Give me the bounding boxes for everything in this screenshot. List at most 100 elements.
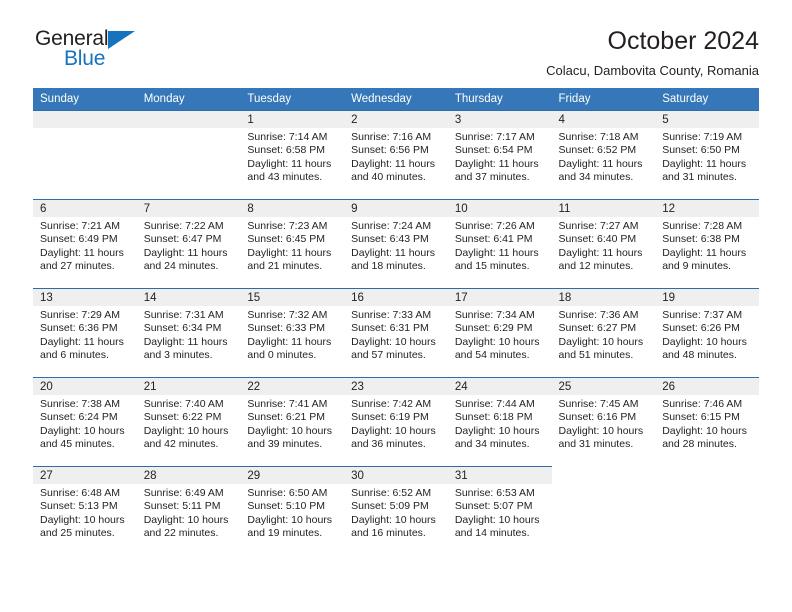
sunset-text: Sunset: 5:09 PM	[351, 500, 429, 513]
calendar-cell-day: 30 Sunrise: 6:52 AM Sunset: 5:09 PM Dayligh…	[344, 466, 448, 555]
weekday-header-row: Sunday Monday Tuesday Wednesday Thursday…	[33, 88, 759, 110]
calendar-cell-inner: 26 Sunrise: 7:46 AM Sunset: 6:15 PM Dayligh…	[655, 377, 759, 466]
calendar-cell-day: 29 Sunrise: 6:50 AM Sunset: 5:10 PM Dayligh…	[240, 466, 345, 555]
sunrise-text: Sunrise: 7:37 AM	[662, 309, 743, 321]
daylight-text: Daylight: 11 hours and 21 minutes.	[247, 246, 332, 273]
sunset-text: Sunset: 6:45 PM	[247, 233, 326, 246]
day-number: 3	[447, 111, 552, 128]
day-details: Sunrise: 6:52 AM Sunset: 5:09 PM Daylight:…	[344, 484, 448, 541]
sunset-text: Sunset: 6:24 PM	[40, 411, 118, 424]
day-number: 20	[33, 378, 137, 395]
sunset-text: Sunset: 5:13 PM	[40, 500, 118, 513]
daylight-text: Daylight: 11 hours and 6 minutes.	[40, 335, 124, 362]
calendar-cell-day: 18 Sunrise: 7:36 AM Sunset: 6:27 PM Dayligh…	[551, 288, 656, 377]
sunset-text: Sunset: 6:40 PM	[558, 233, 637, 246]
sunrise-text: Sunrise: 7:23 AM	[247, 220, 328, 232]
calendar-cell-day: 7 Sunrise: 7:22 AM Sunset: 6:47 PM Daylight…	[136, 199, 241, 288]
daylight-text: Daylight: 10 hours and 57 minutes.	[351, 335, 436, 362]
calendar-cell-day: 26 Sunrise: 7:46 AM Sunset: 6:15 PM Dayligh…	[655, 377, 759, 466]
daylight-text: Daylight: 10 hours and 39 minutes.	[247, 424, 333, 451]
logo-word-blue: Blue	[64, 47, 106, 70]
day-number: 17	[447, 289, 552, 306]
daylight-text: Daylight: 11 hours and 15 minutes.	[454, 246, 539, 273]
daylight-text: Daylight: 10 hours and 28 minutes.	[662, 424, 747, 451]
sunrise-text: Sunrise: 7:31 AM	[143, 309, 224, 321]
sunrise-text: Sunrise: 7:24 AM	[351, 220, 432, 232]
sunset-text: Sunset: 5:10 PM	[247, 500, 326, 513]
sunrise-text: Sunrise: 7:46 AM	[662, 398, 743, 410]
calendar-cell-inner: 5 Sunrise: 7:19 AM Sunset: 6:50 PM Daylight…	[655, 110, 759, 199]
sunrise-text: Sunrise: 7:41 AM	[247, 398, 328, 410]
calendar-cell-inner: 25 Sunrise: 7:45 AM Sunset: 6:16 PM Dayligh…	[551, 377, 656, 466]
day-number: 14	[136, 289, 241, 306]
daylight-text: Daylight: 10 hours and 45 minutes.	[40, 424, 125, 451]
calendar-week-row: 20 Sunrise: 7:38 AM Sunset: 6:24 PM Dayligh…	[33, 377, 759, 466]
day-number: 16	[344, 289, 448, 306]
sunrise-text: Sunrise: 6:52 AM	[351, 487, 432, 499]
sunset-text: Sunset: 5:11 PM	[143, 500, 221, 513]
calendar-cell-inner: 13 Sunrise: 7:29 AM Sunset: 6:36 PM Dayligh…	[33, 288, 137, 377]
calendar-cell-day: 24 Sunrise: 7:44 AM Sunset: 6:18 PM Dayligh…	[447, 377, 552, 466]
sunrise-text: Sunrise: 7:28 AM	[662, 220, 743, 232]
calendar-cell-inner: 28 Sunrise: 6:49 AM Sunset: 5:11 PM Dayligh…	[136, 466, 241, 555]
day-details: Sunrise: 7:19 AM Sunset: 6:50 PM Daylight:…	[655, 128, 759, 185]
calendar-cell-empty	[551, 466, 656, 555]
calendar-cell-inner: 15 Sunrise: 7:32 AM Sunset: 6:33 PM Dayligh…	[240, 288, 345, 377]
page-subtitle: Colacu, Dambovita County, Romania	[546, 63, 759, 78]
sunrise-text: Sunrise: 7:19 AM	[662, 131, 743, 143]
calendar-cell-inner	[136, 110, 241, 199]
sunrise-text: Sunrise: 7:32 AM	[247, 309, 328, 321]
day-number: 19	[655, 289, 759, 306]
calendar-week-row: 27 Sunrise: 6:48 AM Sunset: 5:13 PM Dayligh…	[33, 466, 759, 555]
sunrise-text: Sunrise: 7:45 AM	[558, 398, 639, 410]
daylight-text: Daylight: 11 hours and 3 minutes.	[143, 335, 228, 362]
day-number: 27	[33, 467, 137, 484]
day-number: 5	[655, 111, 759, 128]
sunset-text: Sunset: 6:21 PM	[247, 411, 326, 424]
calendar-cell-inner: 7 Sunrise: 7:22 AM Sunset: 6:47 PM Daylight…	[136, 199, 241, 288]
sunrise-text: Sunrise: 7:44 AM	[454, 398, 535, 410]
sunset-text: Sunset: 6:52 PM	[558, 144, 637, 157]
calendar-cell-day: 2 Sunrise: 7:16 AM Sunset: 6:56 PM Daylight…	[344, 110, 448, 199]
calendar-cell-inner: 2 Sunrise: 7:16 AM Sunset: 6:56 PM Daylight…	[344, 110, 448, 199]
calendar-cell-inner	[33, 110, 137, 199]
calendar-cell-inner: 10 Sunrise: 7:26 AM Sunset: 6:41 PM Dayligh…	[447, 199, 552, 288]
day-details: Sunrise: 7:32 AM Sunset: 6:33 PM Daylight:…	[240, 306, 344, 363]
daylight-text: Daylight: 10 hours and 31 minutes.	[558, 424, 644, 451]
day-details: Sunrise: 7:17 AM Sunset: 6:54 PM Daylight:…	[448, 128, 552, 185]
sunrise-text: Sunrise: 7:21 AM	[40, 220, 120, 232]
day-details: Sunrise: 7:23 AM Sunset: 6:45 PM Daylight:…	[240, 217, 344, 274]
day-number: 15	[240, 289, 345, 306]
daylight-text: Daylight: 11 hours and 34 minutes.	[558, 157, 643, 184]
calendar-cell-day: 14 Sunrise: 7:31 AM Sunset: 6:34 PM Dayligh…	[136, 288, 241, 377]
sunset-text: Sunset: 6:27 PM	[558, 322, 637, 335]
day-number: 23	[344, 378, 448, 395]
day-details: Sunrise: 7:21 AM Sunset: 6:49 PM Daylight:…	[33, 217, 137, 274]
day-number: 24	[447, 378, 552, 395]
calendar-cell-day: 22 Sunrise: 7:41 AM Sunset: 6:21 PM Dayligh…	[240, 377, 345, 466]
daylight-text: Daylight: 11 hours and 31 minutes.	[662, 157, 747, 184]
day-number: 21	[136, 378, 241, 395]
sunrise-text: Sunrise: 7:40 AM	[143, 398, 224, 410]
day-number: 13	[33, 289, 137, 306]
calendar-cell-inner: 21 Sunrise: 7:40 AM Sunset: 6:22 PM Dayligh…	[136, 377, 241, 466]
calendar-cell-day: 25 Sunrise: 7:45 AM Sunset: 6:16 PM Dayligh…	[551, 377, 656, 466]
calendar-cell-inner: 12 Sunrise: 7:28 AM Sunset: 6:38 PM Dayligh…	[655, 199, 759, 288]
sunrise-text: Sunrise: 7:22 AM	[143, 220, 224, 232]
sunset-text: Sunset: 6:56 PM	[351, 144, 429, 157]
calendar-cell-day: 3 Sunrise: 7:17 AM Sunset: 6:54 PM Daylight…	[447, 110, 552, 199]
calendar-cell-inner: 22 Sunrise: 7:41 AM Sunset: 6:21 PM Dayligh…	[240, 377, 345, 466]
calendar-cell-inner: 1 Sunrise: 7:14 AM Sunset: 6:58 PM Daylight…	[240, 110, 345, 199]
calendar-cell-day: 8 Sunrise: 7:23 AM Sunset: 6:45 PM Daylight…	[240, 199, 345, 288]
sunrise-text: Sunrise: 6:50 AM	[247, 487, 328, 499]
calendar-cell-day: 28 Sunrise: 6:49 AM Sunset: 5:11 PM Dayligh…	[136, 466, 241, 555]
day-number: 18	[551, 289, 656, 306]
day-details: Sunrise: 7:31 AM Sunset: 6:34 PM Daylight:…	[137, 306, 241, 363]
daylight-text: Daylight: 10 hours and 42 minutes.	[143, 424, 229, 451]
weekday-header-monday: Monday	[136, 88, 241, 110]
daylight-text: Daylight: 10 hours and 48 minutes.	[662, 335, 747, 362]
calendar-cell-inner: 9 Sunrise: 7:24 AM Sunset: 6:43 PM Daylight…	[344, 199, 448, 288]
calendar-cell-day: 1 Sunrise: 7:14 AM Sunset: 6:58 PM Daylight…	[240, 110, 345, 199]
weekday-header-sunday: Sunday	[33, 88, 137, 110]
calendar-cell-inner	[551, 466, 656, 555]
